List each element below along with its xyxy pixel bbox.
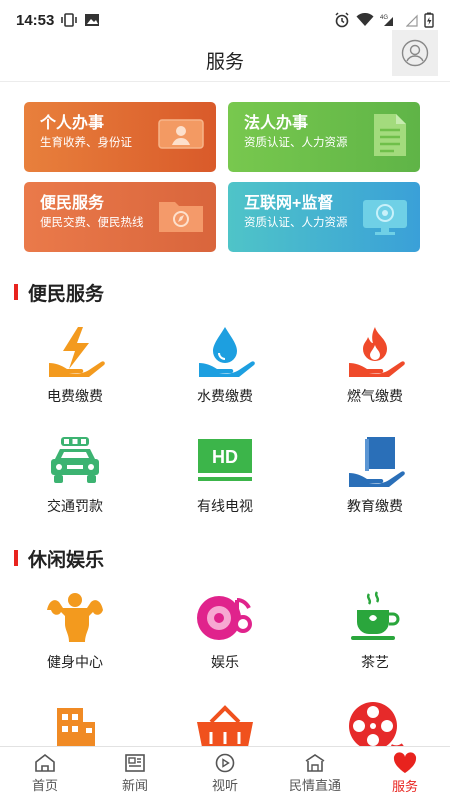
building-outline-icon	[305, 754, 325, 772]
heart-icon	[393, 752, 417, 773]
item-label: 教育缴费	[347, 498, 403, 514]
app-header: 服务	[0, 30, 450, 82]
monitor-icon	[363, 200, 407, 235]
service-cards: 个人办事 生育收养、身份证 法人办事 资质认证、人力资源 便民服务 便民交费、便…	[0, 82, 450, 252]
battery-icon	[424, 12, 434, 28]
section-convenience-header: 便民服务	[0, 280, 450, 305]
book-hand-icon	[349, 437, 405, 487]
tab-label: 服务	[391, 779, 418, 794]
card-convenience-service[interactable]: 便民服务 便民交费、便民热线	[24, 182, 216, 252]
item-label: 有线电视	[197, 498, 253, 514]
item-label: 燃气缴费	[347, 388, 403, 404]
tab-services[interactable]: 服务	[360, 747, 450, 800]
item-entertainment[interactable]: 娱乐	[150, 580, 300, 690]
police-car-icon	[51, 437, 99, 483]
flame-icon	[349, 327, 405, 377]
profile-button[interactable]	[392, 30, 438, 76]
signal-empty-icon	[406, 13, 418, 27]
tab-label: 视听	[211, 778, 238, 793]
status-bar: 14:53 4G	[0, 0, 450, 40]
status-time: 14:53	[16, 11, 55, 29]
section-marker	[14, 550, 18, 566]
user-icon	[401, 39, 429, 67]
muscle-man-icon	[47, 593, 103, 642]
tab-news[interactable]: 新闻	[90, 747, 180, 800]
card-legal-affairs[interactable]: 法人办事 资质认证、人力资源	[228, 102, 420, 172]
bottom-tab-bar: 首页 新闻 视听 民情直通 服务	[0, 746, 450, 800]
item-cable-tv[interactable]: HD 有线电视	[150, 424, 300, 534]
section-title: 休闲娱乐	[28, 549, 105, 571]
tab-public-opinion[interactable]: 民情直通	[270, 747, 360, 800]
item-label: 交通罚款	[47, 498, 103, 514]
item-label: 电费缴费	[47, 388, 103, 404]
wifi-icon	[356, 13, 374, 27]
card-personal-affairs[interactable]: 个人办事 生育收养、身份证	[24, 102, 216, 172]
svg-text:HD: HD	[212, 447, 238, 467]
home-icon	[35, 753, 55, 772]
item-fitness-center[interactable]: 健身中心	[0, 580, 150, 690]
section-marker	[14, 284, 18, 300]
item-traffic-fine[interactable]: 交通罚款	[0, 424, 150, 534]
signal-icon: 4G	[380, 13, 400, 27]
item-label: 茶艺	[361, 654, 389, 670]
section-leisure-header: 休闲娱乐	[0, 546, 450, 571]
tab-label: 新闻	[121, 778, 148, 793]
play-circle-icon	[215, 753, 235, 773]
document-icon	[374, 114, 406, 156]
vibrate-icon	[60, 13, 78, 27]
item-education-fee[interactable]: 教育缴费	[300, 424, 450, 534]
item-tea-art[interactable]: 茶艺	[300, 580, 450, 690]
water-drop-icon	[199, 327, 255, 377]
card-subtitle: 便民交费、便民热线	[40, 217, 144, 229]
item-label: 水费缴费	[197, 388, 253, 404]
section-title: 便民服务	[28, 283, 105, 305]
item-gas-fee[interactable]: 燃气缴费	[300, 314, 450, 424]
alarm-icon	[334, 12, 350, 28]
tea-cup-icon	[351, 591, 400, 640]
folder-compass-icon	[159, 202, 203, 232]
item-water-fee[interactable]: 水费缴费	[150, 314, 300, 424]
item-electricity-fee[interactable]: 电费缴费	[0, 314, 150, 424]
svg-text:4G: 4G	[380, 15, 388, 21]
image-icon	[84, 13, 100, 27]
newspaper-icon	[125, 754, 145, 772]
item-label: 健身中心	[47, 654, 103, 670]
tab-label: 民情直通	[288, 778, 341, 793]
item-label: 娱乐	[211, 654, 239, 670]
tab-video[interactable]: 视听	[180, 747, 270, 800]
convenience-grid: 电费缴费 水费缴费 燃气缴费 交通罚款 HD 有线电视 教育缴费	[0, 314, 450, 534]
tab-label: 首页	[31, 778, 58, 793]
card-subtitle: 生育收养、身份证	[40, 137, 132, 149]
card-subtitle: 资质认证、人力资源	[244, 217, 348, 229]
music-disc-icon	[197, 596, 252, 640]
card-subtitle: 资质认证、人力资源	[244, 137, 348, 149]
tab-home[interactable]: 首页	[0, 747, 90, 800]
id-card-icon	[158, 119, 204, 149]
hd-tv-icon: HD	[198, 439, 252, 481]
electricity-icon	[49, 327, 105, 377]
card-internet-supervision[interactable]: 互联网+监督 资质认证、人力资源	[228, 182, 420, 252]
page-title: 服务	[205, 52, 244, 73]
